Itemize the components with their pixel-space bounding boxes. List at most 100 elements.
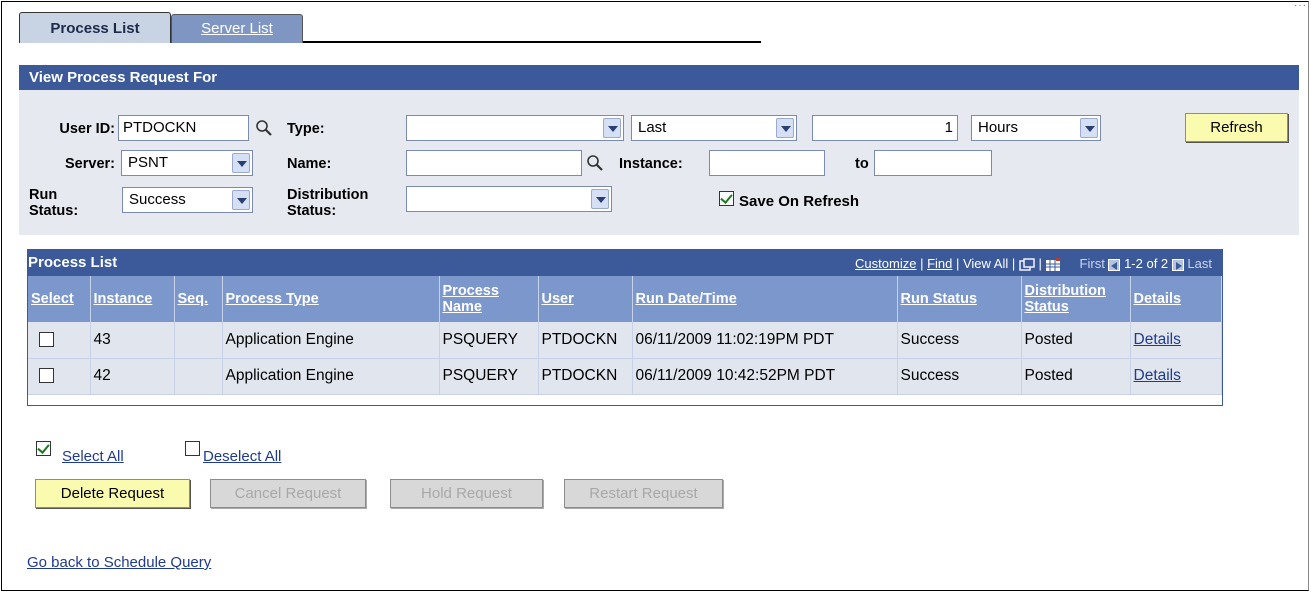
- column-run-datetime[interactable]: Run Date/Time: [632, 276, 898, 322]
- corner-dots: ···: [1294, 0, 1307, 11]
- run-status-value: Success: [129, 191, 186, 208]
- run-status-select[interactable]: Success: [122, 187, 253, 213]
- distribution-status-label: Distribution Status:: [287, 187, 397, 219]
- process-name-cell: PSQUERY: [439, 358, 539, 395]
- cancel-request-button[interactable]: Cancel Request: [210, 479, 366, 508]
- details-link[interactable]: Details: [1134, 367, 1181, 384]
- restart-request-button[interactable]: Restart Request: [564, 479, 723, 508]
- group-header: View Process Request For: [19, 65, 1299, 90]
- details-cell: Details: [1130, 322, 1222, 359]
- instance-to-input[interactable]: [874, 150, 992, 176]
- instance-cell: 43: [90, 322, 175, 359]
- column-instance[interactable]: Instance: [90, 276, 175, 322]
- save-on-refresh-checkbox[interactable]: [719, 191, 734, 206]
- new-window-icon[interactable]: [1019, 257, 1035, 272]
- grid-title: Process List: [28, 254, 118, 271]
- distribution-status-label-line2: Status:: [287, 203, 337, 219]
- instance-label: Instance:: [619, 156, 683, 172]
- server-select[interactable]: PSNT: [121, 150, 253, 176]
- row-select-checkbox[interactable]: [39, 368, 54, 383]
- details-link[interactable]: Details: [1134, 331, 1181, 348]
- type-label: Type:: [287, 121, 325, 137]
- period-unit-select[interactable]: Hours: [971, 115, 1101, 141]
- chevron-down-icon: [1080, 118, 1098, 138]
- deselect-all-link[interactable]: Deselect All: [203, 448, 281, 465]
- select-all-checkbox[interactable]: [36, 441, 51, 456]
- name-input[interactable]: [406, 150, 582, 176]
- chevron-down-icon: [776, 118, 794, 138]
- server-label: Server:: [65, 156, 115, 172]
- distribution-status-label-line1: Distribution: [287, 187, 369, 203]
- user-cell: PTDOCKN: [538, 358, 633, 395]
- delete-request-button[interactable]: Delete Request: [35, 479, 190, 508]
- period-unit-value: Hours: [978, 119, 1019, 136]
- previous-icon[interactable]: [1108, 258, 1121, 271]
- select-all-link[interactable]: Select All: [62, 448, 124, 465]
- hold-request-button[interactable]: Hold Request: [390, 479, 543, 508]
- view-process-request-group: View Process Request For User ID: PTDOCK…: [19, 65, 1299, 235]
- name-lookup-icon[interactable]: [586, 154, 604, 172]
- details-cell: Details: [1130, 358, 1222, 395]
- table-header-row: Select Instance Seq. Process Type Proces…: [28, 276, 1222, 322]
- save-on-refresh-label: Save On Refresh: [739, 193, 860, 210]
- view-all-link[interactable]: View All: [963, 256, 1008, 271]
- row-select-checkbox[interactable]: [39, 331, 54, 347]
- row-select-cell: [28, 358, 91, 395]
- chevron-down-icon: [591, 189, 609, 209]
- last-link[interactable]: Last: [1187, 256, 1212, 271]
- find-link[interactable]: Find: [927, 256, 952, 271]
- distribution-status-select[interactable]: [406, 186, 612, 212]
- user-id-label: User ID:: [59, 121, 115, 137]
- column-seq[interactable]: Seq.: [174, 276, 223, 322]
- period-count-input[interactable]: 1: [812, 115, 958, 141]
- download-grid-icon[interactable]: [1045, 257, 1061, 272]
- period-select-value: Last: [638, 119, 667, 136]
- seq-cell: [174, 358, 223, 395]
- column-run-status[interactable]: Run Status: [897, 276, 1022, 322]
- customize-link[interactable]: Customize: [855, 256, 916, 271]
- column-select[interactable]: Select: [28, 276, 91, 322]
- type-select[interactable]: [406, 115, 624, 141]
- name-label: Name:: [287, 156, 332, 172]
- process-list-grid: Process List Customize | Find | View All…: [27, 249, 1223, 406]
- column-user[interactable]: User: [538, 276, 633, 322]
- process-type-cell: Application Engine: [222, 322, 440, 359]
- run-status-cell: Success: [897, 358, 1022, 395]
- row-range: 1-2 of 2: [1124, 256, 1169, 271]
- period-select[interactable]: Last: [631, 115, 797, 141]
- chevron-down-icon: [232, 153, 250, 173]
- column-process-name[interactable]: Process Name: [439, 276, 539, 322]
- run-status-label-line1: Run: [29, 187, 58, 203]
- chevron-down-icon: [603, 118, 621, 138]
- column-process-type[interactable]: Process Type: [222, 276, 440, 322]
- user-cell: PTDOCKN: [538, 322, 633, 359]
- user-id-lookup-icon[interactable]: [255, 119, 273, 137]
- tab-server-list-label: Server List: [201, 20, 273, 37]
- run-status-cell: Success: [897, 322, 1022, 359]
- refresh-button[interactable]: Refresh: [1185, 113, 1288, 142]
- table-row: 43 Application Engine PSQUERY PTDOCKN 06…: [28, 322, 1222, 359]
- run-datetime-cell: 06/11/2009 11:02:19PM PDT: [632, 322, 898, 359]
- column-distribution-status[interactable]: Distribution Status: [1021, 276, 1131, 322]
- instance-cell: 42: [90, 358, 175, 395]
- instance-from-input[interactable]: [709, 150, 825, 176]
- seq-cell: [174, 322, 223, 359]
- grid-toolbar: Customize | Find | View All | | First 1-…: [855, 256, 1212, 272]
- user-id-input[interactable]: PTDOCKN: [118, 115, 249, 141]
- process-name-cell: PSQUERY: [439, 322, 539, 359]
- first-link[interactable]: First: [1080, 256, 1105, 271]
- run-datetime-cell: 06/11/2009 10:42:52PM PDT: [632, 358, 898, 395]
- table-row: 42 Application Engine PSQUERY PTDOCKN 06…: [28, 358, 1222, 395]
- grid-header: Process List Customize | Find | View All…: [28, 250, 1222, 276]
- process-type-cell: Application Engine: [222, 358, 440, 395]
- go-back-link[interactable]: Go back to Schedule Query: [27, 554, 211, 571]
- tab-server-list[interactable]: Server List: [171, 14, 303, 43]
- column-details[interactable]: Details: [1130, 276, 1222, 322]
- tab-bar: Process List Server List: [19, 12, 761, 43]
- next-icon[interactable]: [1171, 258, 1184, 271]
- tab-process-list[interactable]: Process List: [19, 12, 171, 43]
- row-select-cell: [28, 322, 91, 359]
- distribution-status-cell: Posted: [1021, 322, 1131, 359]
- server-select-value: PSNT: [128, 154, 169, 171]
- deselect-all-checkbox[interactable]: [185, 441, 200, 456]
